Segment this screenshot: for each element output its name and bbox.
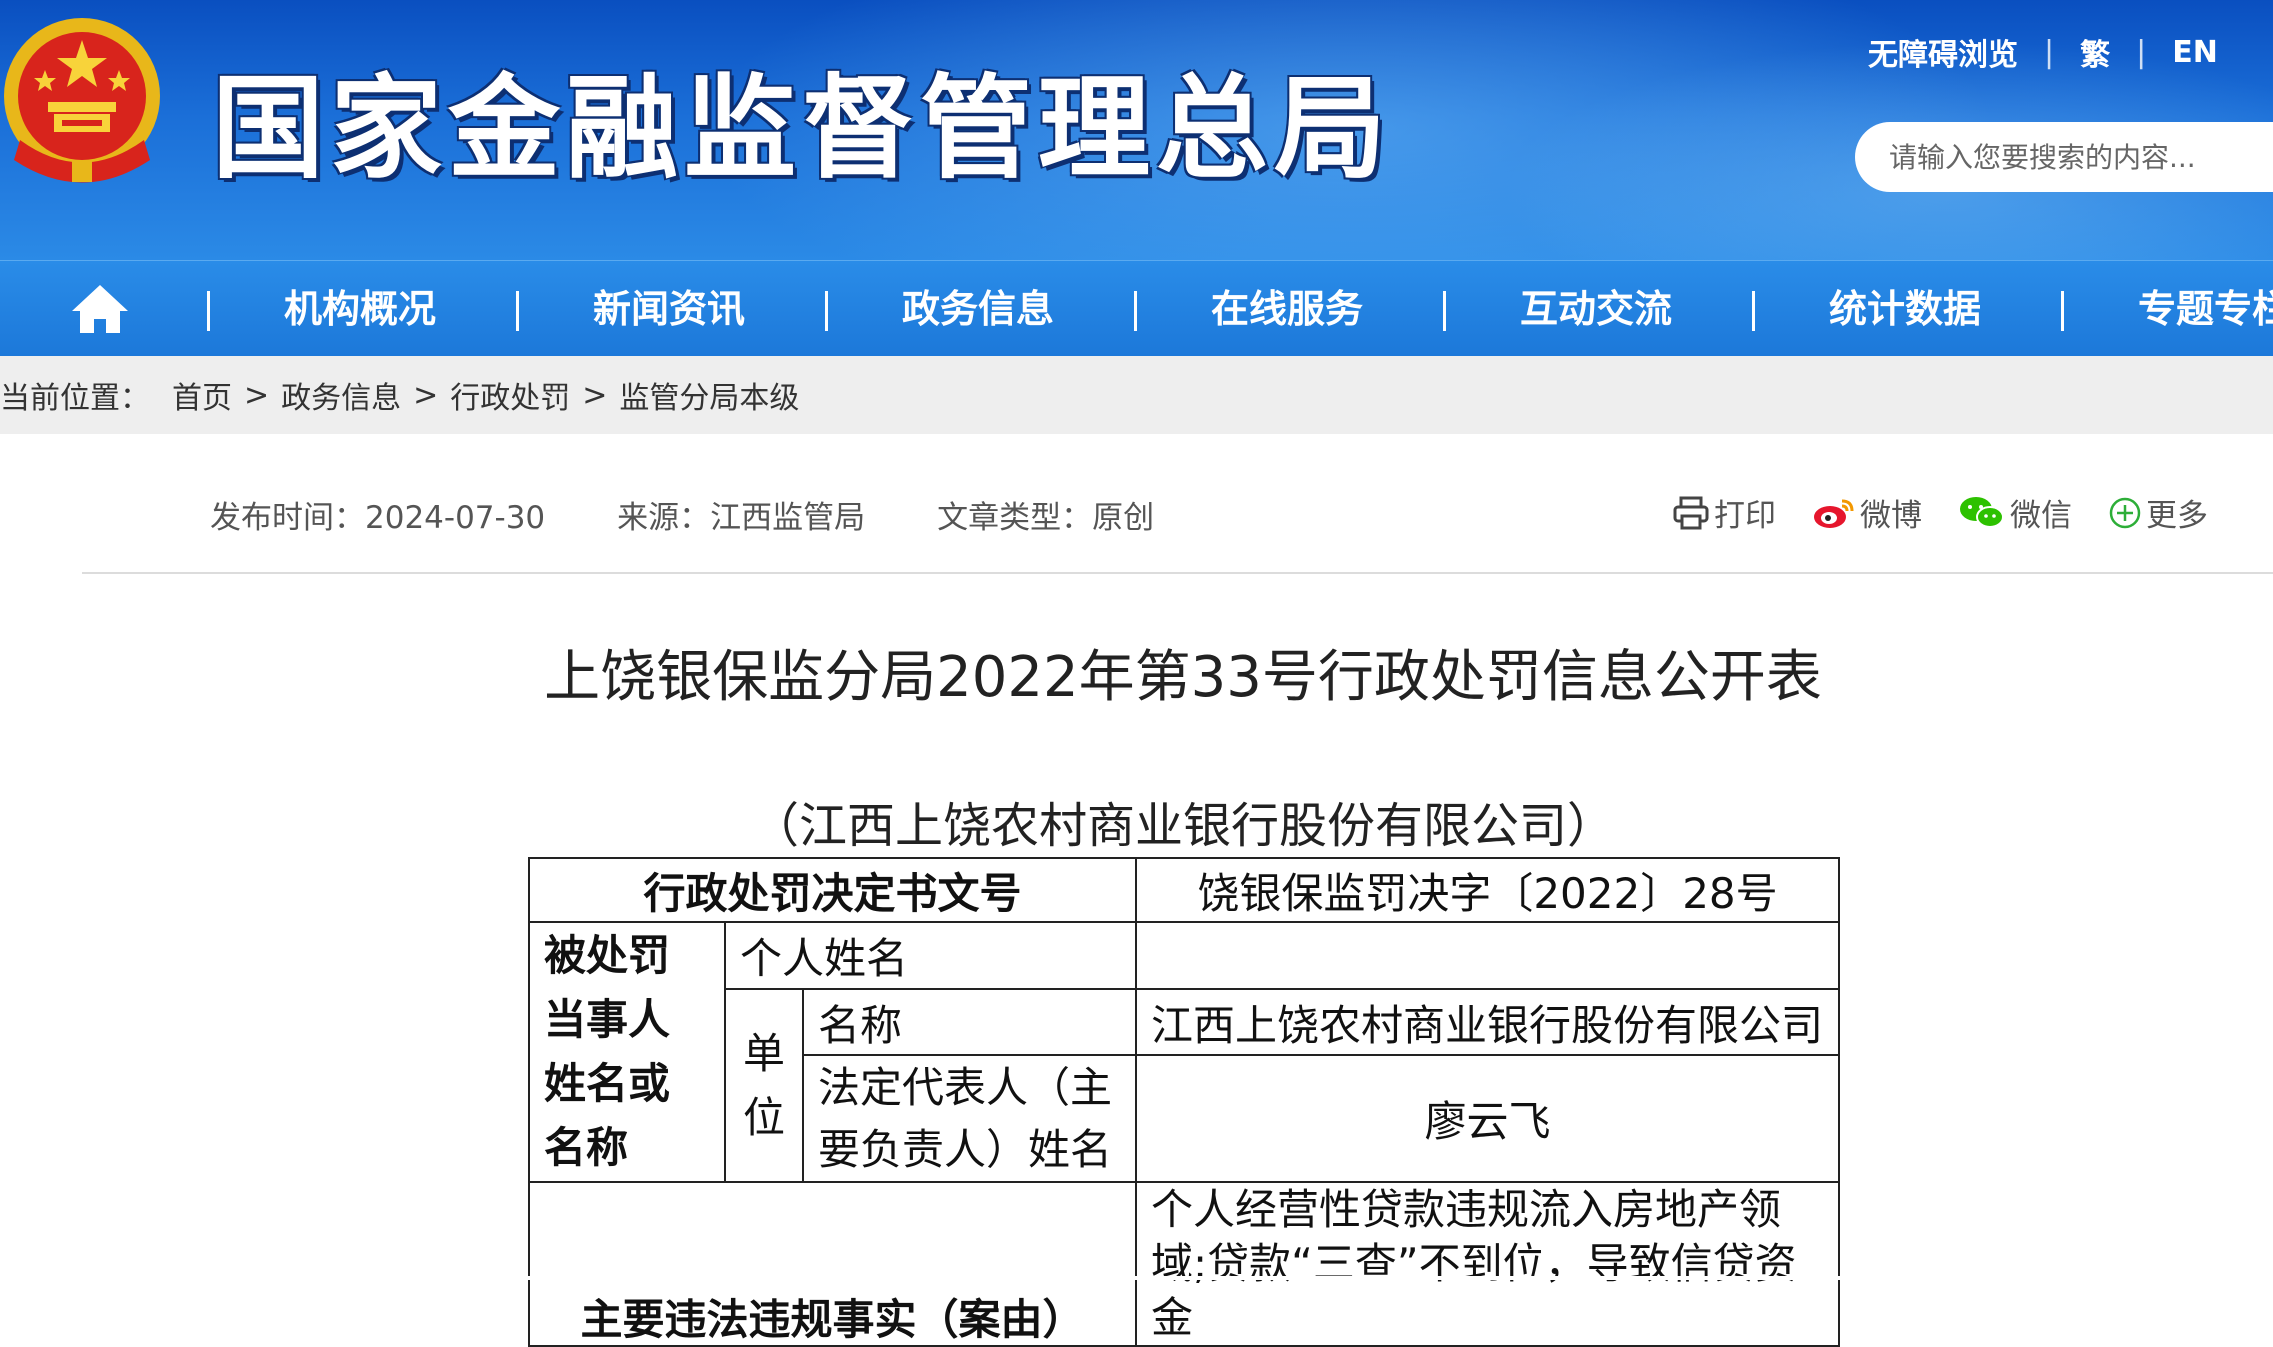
national-emblem-icon[interactable] — [0, 10, 165, 195]
top-links: 无障碍浏览 | 繁 | EN — [1868, 30, 2218, 74]
weibo-button[interactable]: 微博 — [1812, 490, 1922, 535]
nav-divider — [825, 291, 828, 331]
traditional-chinese-link[interactable]: 繁 — [2080, 30, 2110, 74]
wechat-button[interactable]: 微信 — [1958, 490, 2072, 535]
table-row: 主要违法违规事实（案由） 个人经营性贷款违规流入房地产领域;贷款“三查”不到位，… — [528, 1181, 1840, 1347]
site-header: 国家金融监督管理总局 无障碍浏览 | 繁 | EN — [0, 0, 2273, 260]
breadcrumb-penalty[interactable]: 行政处罚 — [450, 373, 570, 417]
nav-item-online-service[interactable]: 在线服务 — [1211, 261, 1363, 357]
table-row: 单位 名称 江西上饶农村商业银行股份有限公司 — [529, 988, 1840, 1183]
unit-name-label: 名称 — [802, 988, 1137, 1056]
weibo-icon — [1814, 499, 1854, 528]
printer-icon — [1673, 496, 1709, 529]
english-link[interactable]: EN — [2172, 35, 2218, 70]
share-bar: 打印 微博 微信 更多 — [1672, 490, 2244, 535]
penalty-info-table: 行政处罚决定书文号 饶银保监罚决字〔2022〕28号 被处罚当事人姓名或名称 个… — [528, 857, 1840, 1347]
page-bottom-edge — [0, 1276, 2273, 1280]
breadcrumb-home[interactable]: 首页 — [172, 373, 232, 417]
search-box — [1855, 122, 2273, 192]
article-meta: 发布时间：2024-07-30 来源：江西监管局 文章类型：原创 — [210, 492, 1226, 537]
wechat-label: 微信 — [2010, 498, 2072, 534]
party-label: 被处罚当事人姓名或名称 — [528, 921, 726, 1183]
nav-divider — [1134, 291, 1137, 331]
print-button[interactable]: 打印 — [1672, 490, 1776, 535]
nav-item-interaction[interactable]: 互动交流 — [1520, 261, 1672, 357]
breadcrumb: 当前位置： 首页 > 政务信息 > 行政处罚 > 监管分局本级 — [0, 356, 2273, 434]
table-row: 行政处罚决定书文号 饶银保监罚决字〔2022〕28号 — [528, 857, 1840, 923]
decision-number-value: 饶银保监罚决字〔2022〕28号 — [1135, 857, 1840, 923]
nav-item-statistics[interactable]: 统计数据 — [1829, 261, 1981, 357]
breadcrumb-label: 当前位置： — [0, 381, 150, 416]
unit-label: 单位 — [724, 988, 804, 1183]
table-row: 被处罚当事人姓名或名称 个人姓名 — [528, 921, 1840, 1183]
accessibility-link[interactable]: 无障碍浏览 — [1868, 30, 2018, 74]
nav-divider — [516, 291, 519, 331]
nav-item-special-topics[interactable]: 专题专栏 — [2138, 261, 2273, 357]
more-share-button[interactable]: 更多 — [2108, 490, 2208, 535]
nav-item-news[interactable]: 新闻资讯 — [593, 261, 745, 357]
plus-circle-icon — [2109, 497, 2141, 528]
breadcrumb-separator: > — [413, 377, 439, 413]
article-title: 上饶银保监分局2022年第33号行政处罚信息公开表 — [544, 645, 1822, 710]
article-source: 来源：江西监管局 — [617, 500, 866, 536]
article-subtitle: （江西上饶农村商业银行股份有限公司） — [750, 798, 1615, 854]
top-link-separator: | — [2044, 34, 2055, 70]
person-name-value — [1135, 921, 1840, 990]
breadcrumb-branch[interactable]: 监管分局本级 — [619, 373, 799, 417]
site-title[interactable]: 国家金融监督管理总局 — [212, 38, 1392, 200]
nav-item-government-info[interactable]: 政务信息 — [902, 261, 1054, 357]
breadcrumb-government-info[interactable]: 政务信息 — [281, 373, 401, 417]
nav-divider — [207, 291, 210, 331]
violation-facts-value: 个人经营性贷款违规流入房地产领域;贷款“三查”不到位，导致信贷资金 — [1135, 1181, 1840, 1347]
nav-divider — [1752, 291, 1755, 331]
top-link-separator: | — [2136, 34, 2147, 70]
nav-divider — [1443, 291, 1446, 331]
legal-rep-value: 廖云飞 — [1135, 1054, 1840, 1183]
breadcrumb-separator: > — [582, 377, 608, 413]
publish-time: 发布时间：2024-07-30 — [210, 500, 546, 536]
more-label: 更多 — [2146, 498, 2208, 534]
nav-divider — [2061, 291, 2064, 331]
legal-rep-label: 法定代表人（主要负责人）姓名 — [802, 1054, 1137, 1183]
breadcrumb-separator: > — [244, 377, 270, 413]
unit-name-value: 江西上饶农村商业银行股份有限公司 — [1135, 988, 1840, 1056]
print-label: 打印 — [1714, 498, 1776, 534]
home-icon[interactable] — [70, 281, 130, 337]
weibo-label: 微博 — [1860, 498, 1922, 534]
search-input[interactable] — [1887, 139, 2273, 175]
meta-divider — [82, 572, 2273, 574]
nav-item-about[interactable]: 机构概况 — [284, 261, 436, 357]
person-name-label: 个人姓名 — [724, 921, 1137, 990]
decision-number-label: 行政处罚决定书文号 — [528, 857, 1137, 923]
main-nav: 机构概况 新闻资讯 政务信息 在线服务 互动交流 统计数据 专题专栏 — [0, 260, 2273, 357]
wechat-icon — [1960, 496, 2004, 528]
violation-facts-label: 主要违法违规事实（案由） — [528, 1181, 1137, 1347]
article-type: 文章类型：原创 — [937, 500, 1155, 536]
